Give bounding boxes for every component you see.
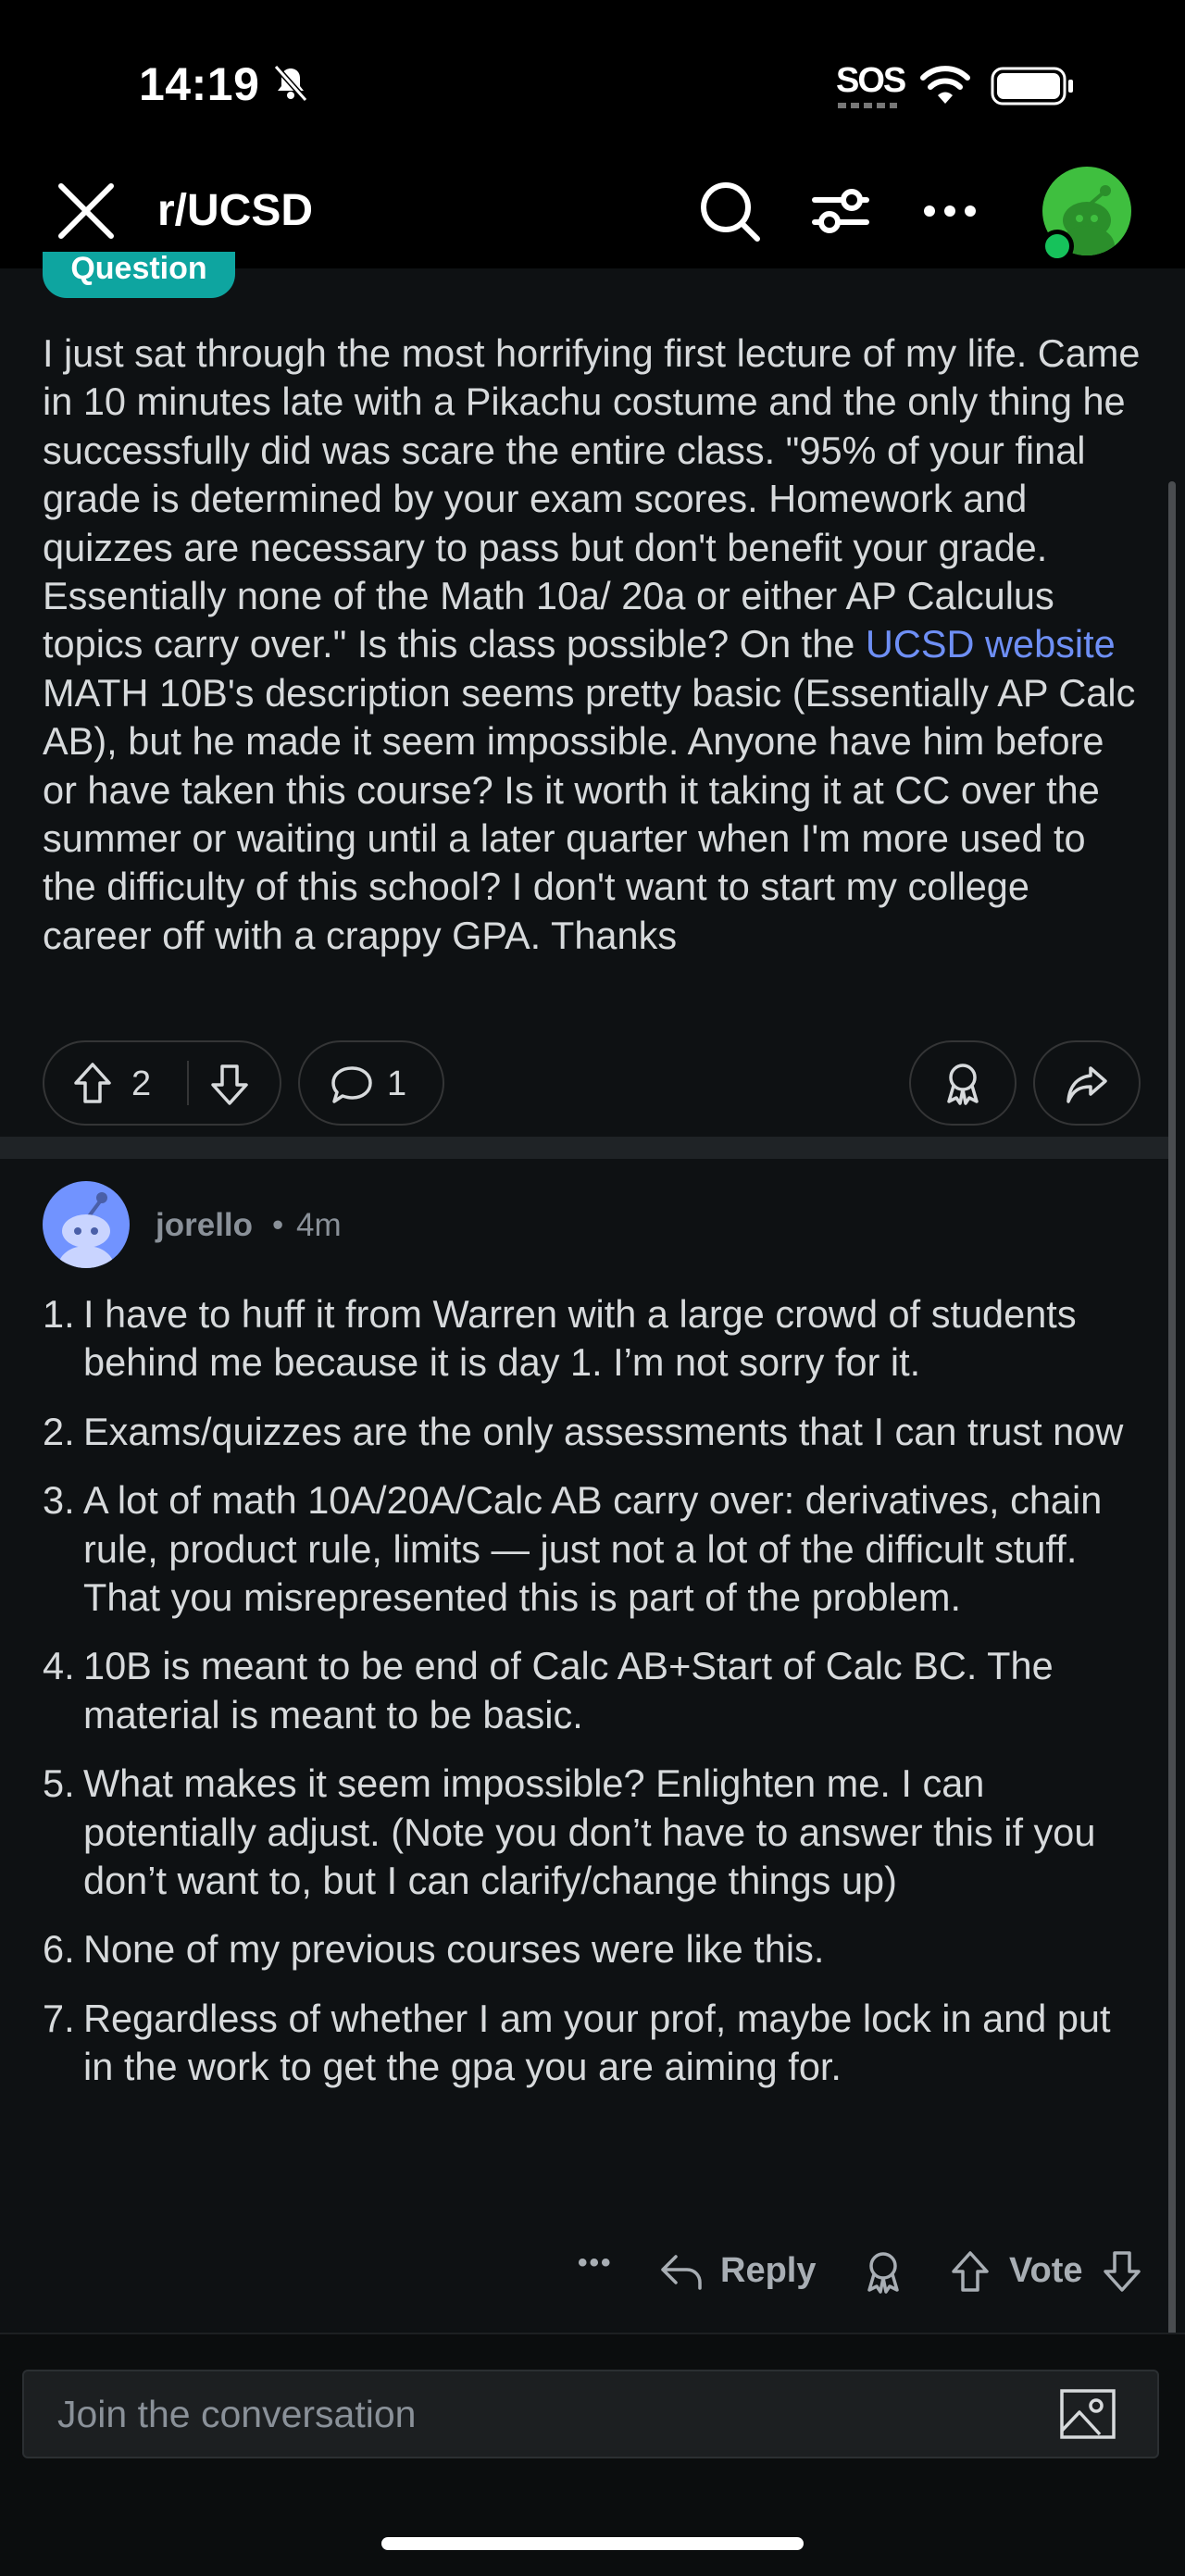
sos-indicator: SOS — [836, 61, 906, 100]
comment-body-list: 1. I have to huff it from Warren with a l… — [43, 1290, 1144, 2112]
list-number: 1. — [43, 1292, 75, 1336]
image-icon[interactable] — [1059, 2388, 1116, 2440]
home-indicator[interactable] — [381, 2537, 804, 2550]
list-number: 5. — [43, 1761, 75, 1806]
list-number: 2. — [43, 1409, 75, 1453]
list-item: 3. A lot of math 10A/20A/Calc AB carry ov… — [43, 1476, 1144, 1622]
comment-actions: ••• Reply Vote — [555, 2246, 1148, 2301]
post-vote-pill: 2 — [43, 1040, 281, 1126]
list-text: Regardless of whether I am your prof, ma… — [83, 1996, 1111, 2089]
comment-author[interactable]: jorello — [156, 1207, 253, 1244]
more-icon[interactable] — [917, 178, 983, 244]
online-status-dot — [1041, 230, 1074, 263]
post-comment-count: 1 — [387, 1064, 407, 1103]
list-item: 5. What makes it seem impossible? Enlight… — [43, 1760, 1144, 1905]
join-conversation-box[interactable] — [22, 2370, 1159, 2458]
list-item: 4. 10B is meant to be end of Calc AB+Star… — [43, 1642, 1144, 1739]
list-item: 1. I have to huff it from Warren with a l… — [43, 1290, 1144, 1388]
share-icon — [1066, 1066, 1107, 1103]
battery-icon — [991, 67, 1073, 106]
close-icon[interactable] — [56, 180, 117, 242]
list-text: 10B is meant to be end of Calc AB+Start … — [83, 1644, 1054, 1736]
status-time: 14:19 — [139, 58, 260, 110]
list-text: I have to huff it from Warren with a lar… — [83, 1292, 1077, 1385]
award-button[interactable] — [909, 1040, 1017, 1126]
list-number: 3. — [43, 1478, 75, 1523]
signal-dots — [838, 103, 897, 108]
snoo-avatar-icon — [58, 1192, 114, 1268]
meta-separator: • — [272, 1207, 284, 1243]
award-icon — [947, 1064, 979, 1105]
list-number: 7. — [43, 1996, 75, 2040]
upvote-icon[interactable] — [948, 2249, 992, 2294]
filter-icon[interactable] — [807, 178, 874, 244]
post-body-text-1: I just sat through the most horrifying f… — [43, 331, 1141, 666]
list-item: 7. Regardless of whether I am your prof, … — [43, 1995, 1144, 2092]
scrollbar[interactable] — [1168, 481, 1176, 2342]
subreddit-title[interactable]: r/UCSD — [157, 185, 313, 236]
post-comments-button[interactable]: 1 — [298, 1040, 444, 1126]
downvote-icon[interactable] — [207, 1063, 252, 1107]
comment-timestamp: 4m — [296, 1207, 342, 1243]
comment-icon — [331, 1066, 372, 1103]
post-body: I just sat through the most horrifying f… — [43, 330, 1144, 960]
downvote-icon[interactable] — [1100, 2249, 1144, 2294]
post-vote-count: 2 — [131, 1064, 152, 1103]
section-divider — [0, 1137, 1170, 1159]
join-conversation-input[interactable] — [57, 2371, 1039, 2457]
reply-button[interactable]: Reply — [720, 2251, 816, 2291]
comment-more-button[interactable]: ••• — [578, 2247, 613, 2279]
wifi-icon — [920, 66, 970, 104]
list-text: A lot of math 10A/20A/Calc AB carry over… — [83, 1478, 1103, 1620]
post-body-text-2: MATH 10B's description seems pretty basi… — [43, 670, 1136, 957]
vote-separator — [187, 1061, 189, 1105]
list-text: What makes it seem impossible? Enlighten… — [83, 1761, 1096, 1903]
reply-icon[interactable] — [659, 2249, 704, 2294]
post-flair[interactable]: Question — [43, 252, 235, 298]
share-button[interactable] — [1033, 1040, 1141, 1126]
ucsd-website-link[interactable]: UCSD website — [866, 622, 1116, 666]
award-icon[interactable] — [861, 2249, 905, 2294]
list-item: 2. Exams/quizzes are the only assessments… — [43, 1408, 1144, 1456]
bell-slash-icon — [273, 65, 308, 102]
upvote-icon[interactable] — [70, 1061, 115, 1105]
list-text: Exams/quizzes are the only assessments t… — [83, 1409, 1124, 1453]
list-number: 6. — [43, 1927, 75, 1972]
list-text: None of my previous courses were like th… — [83, 1927, 825, 1972]
list-item: 6. None of my previous courses were like … — [43, 1925, 1144, 1973]
list-number: 4. — [43, 1644, 75, 1688]
comment-author-avatar[interactable] — [43, 1181, 130, 1268]
search-icon[interactable] — [696, 178, 763, 244]
vote-label: Vote — [1009, 2251, 1083, 2290]
